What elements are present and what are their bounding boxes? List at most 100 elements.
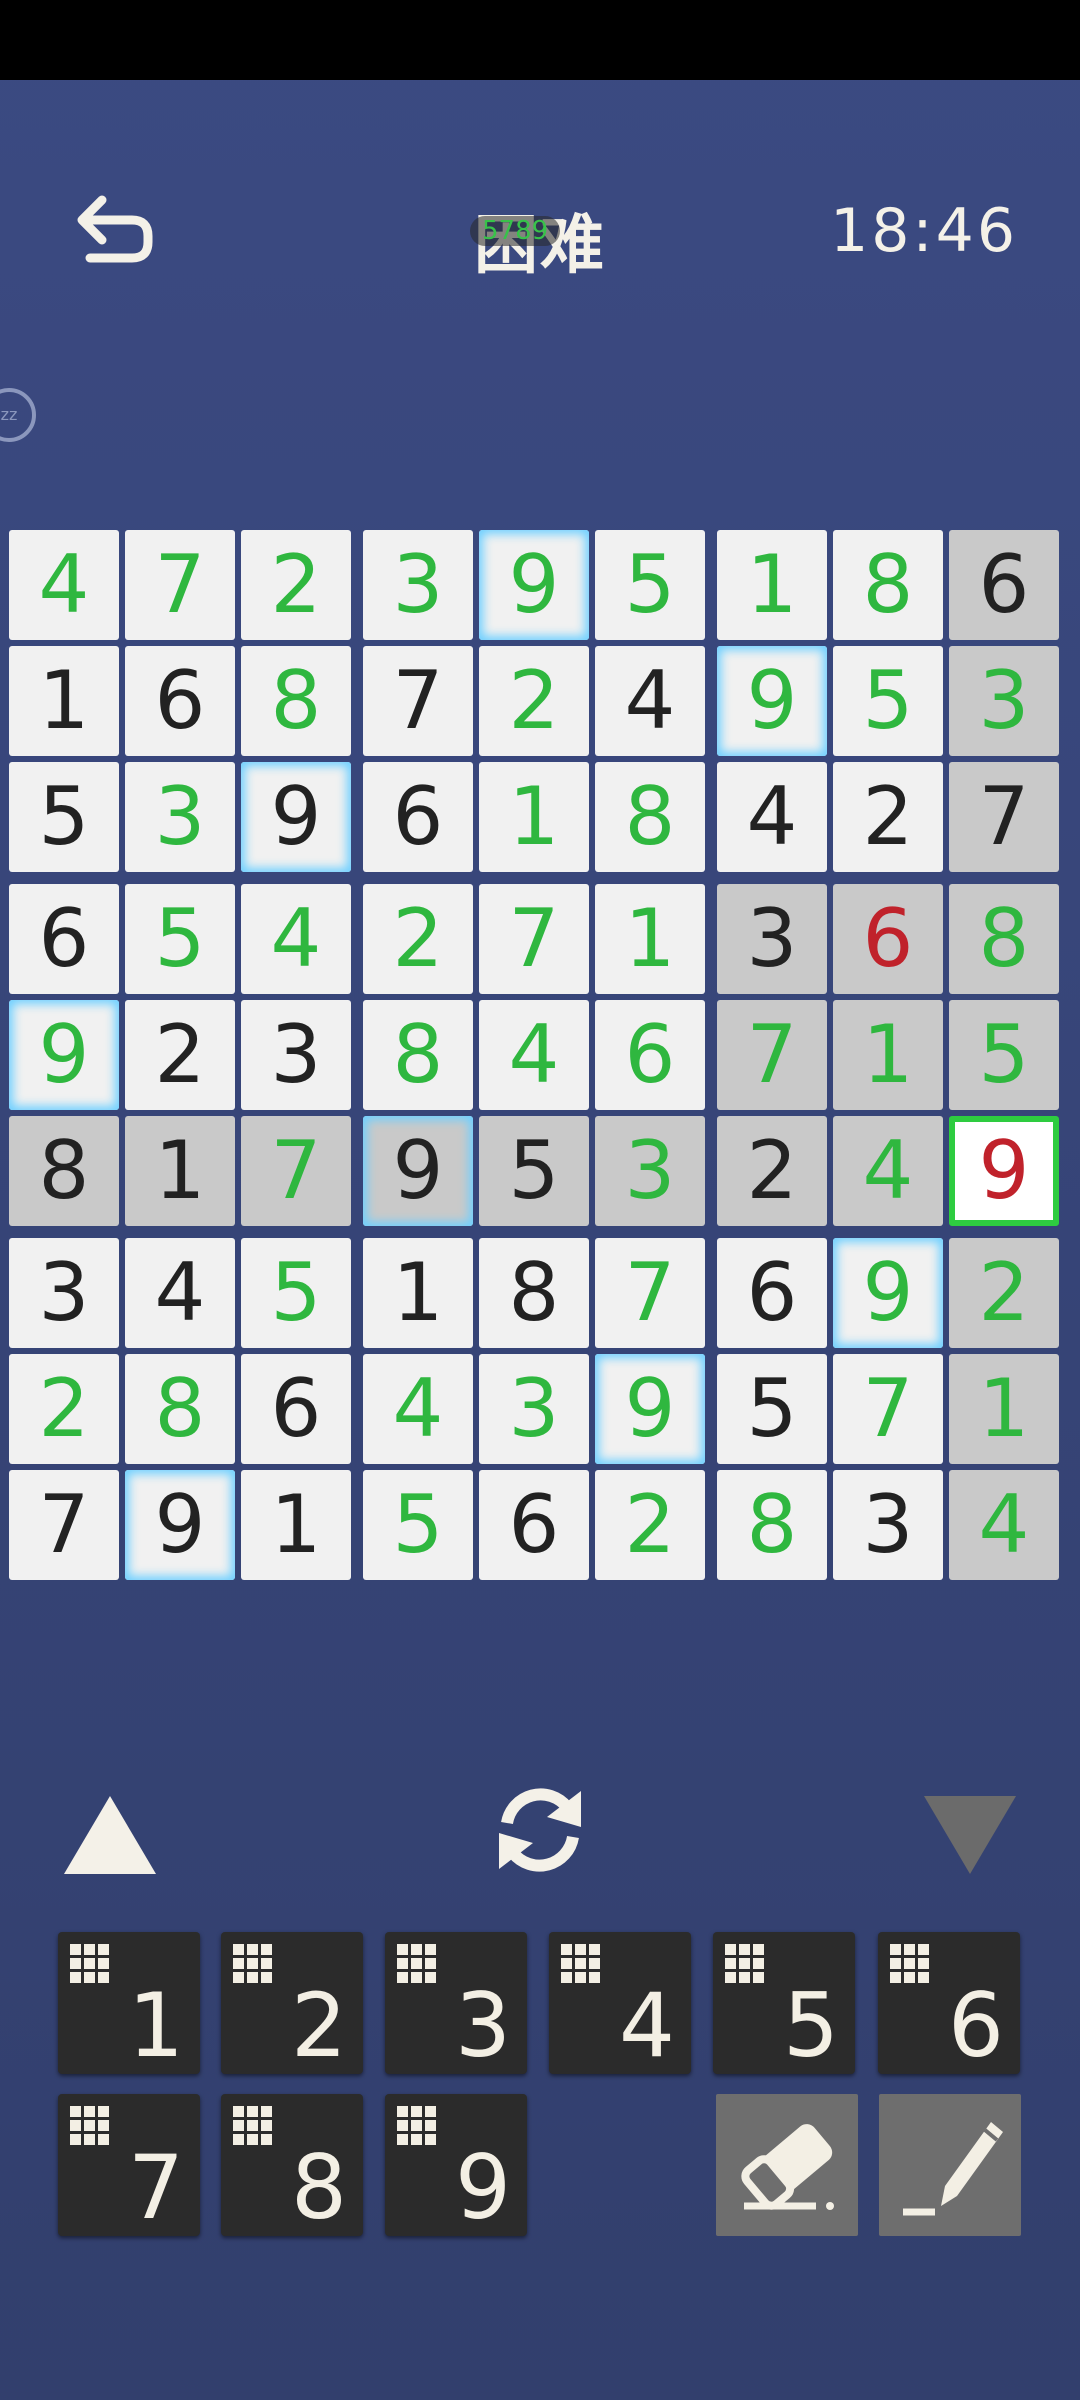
sudoku-cell-r1c9[interactable]: 6 (949, 530, 1059, 640)
sudoku-cell-r9c8[interactable]: 3 (833, 1470, 943, 1580)
sudoku-cell-r1c8[interactable]: 8 (833, 530, 943, 640)
sudoku-cell-r3c9[interactable]: 7 (949, 762, 1059, 872)
sudoku-cell-r6c8[interactable]: 4 (833, 1116, 943, 1226)
sudoku-cell-r5c9[interactable]: 5 (949, 1000, 1059, 1110)
sudoku-cell-r8c3[interactable]: 6 (241, 1354, 351, 1464)
sudoku-cell-r4c7[interactable]: 3 (717, 884, 827, 994)
sudoku-cell-r3c1[interactable]: 5 (9, 762, 119, 872)
sudoku-cell-r8c7[interactable]: 5 (717, 1354, 827, 1464)
sudoku-cell-r4c4[interactable]: 2 (363, 884, 473, 994)
sudoku-cell-r9c3[interactable]: 1 (241, 1470, 351, 1580)
sudoku-cell-r5c6[interactable]: 6 (595, 1000, 705, 1110)
sudoku-cell-r7c2[interactable]: 4 (125, 1238, 235, 1348)
sudoku-cell-r8c6[interactable]: 9 (595, 1354, 705, 1464)
sudoku-cell-r3c5[interactable]: 1 (479, 762, 589, 872)
sudoku-cell-r8c8[interactable]: 7 (833, 1354, 943, 1464)
sudoku-cell-r6c5[interactable]: 5 (479, 1116, 589, 1226)
sudoku-cell-r6c9[interactable]: 9 (949, 1116, 1059, 1226)
sudoku-cell-r3c8[interactable]: 2 (833, 762, 943, 872)
sudoku-cell-r3c3[interactable]: 9 (241, 762, 351, 872)
sudoku-cell-r3c7[interactable]: 4 (717, 762, 827, 872)
sudoku-cell-r9c9[interactable]: 4 (949, 1470, 1059, 1580)
sudoku-cell-r5c3[interactable]: 3 (241, 1000, 351, 1110)
eraser-button[interactable] (716, 2094, 858, 2236)
sudoku-cell-r1c5[interactable]: 9 (479, 530, 589, 640)
notes-grid-icon (397, 1944, 436, 1983)
sudoku-cell-r5c5[interactable]: 4 (479, 1000, 589, 1110)
sudoku-cell-r6c7[interactable]: 2 (717, 1116, 827, 1226)
cell-digit: 1 (746, 538, 798, 631)
sudoku-cell-r9c4[interactable]: 5 (363, 1470, 473, 1580)
sudoku-cell-r9c1[interactable]: 7 (9, 1470, 119, 1580)
sudoku-cell-r7c6[interactable]: 7 (595, 1238, 705, 1348)
pencil-button[interactable] (879, 2094, 1021, 2236)
sudoku-cell-r7c9[interactable]: 2 (949, 1238, 1059, 1348)
sudoku-cell-r3c2[interactable]: 3 (125, 762, 235, 872)
sudoku-cell-r1c6[interactable]: 5 (595, 530, 705, 640)
number-key-6[interactable]: 6 (878, 1932, 1020, 2074)
sudoku-cell-r4c9[interactable]: 8 (949, 884, 1059, 994)
sudoku-cell-r2c4[interactable]: 7 (363, 646, 473, 756)
sudoku-cell-r2c2[interactable]: 6 (125, 646, 235, 756)
sudoku-cell-r4c1[interactable]: 6 (9, 884, 119, 994)
sudoku-cell-r4c5[interactable]: 7 (479, 884, 589, 994)
sudoku-cell-r9c5[interactable]: 6 (479, 1470, 589, 1580)
sleep-badge[interactable]: zz (0, 388, 36, 442)
number-key-8[interactable]: 8 (221, 2094, 363, 2236)
next-button[interactable] (920, 1790, 1020, 1884)
sudoku-cell-r7c4[interactable]: 1 (363, 1238, 473, 1348)
sudoku-cell-r2c9[interactable]: 3 (949, 646, 1059, 756)
number-key-3[interactable]: 3 (385, 1932, 527, 2074)
sudoku-cell-r8c2[interactable]: 8 (125, 1354, 235, 1464)
sudoku-cell-r1c4[interactable]: 3 (363, 530, 473, 640)
sudoku-cell-r5c2[interactable]: 2 (125, 1000, 235, 1110)
sudoku-cell-r3c6[interactable]: 8 (595, 762, 705, 872)
sudoku-cell-r2c7[interactable]: 9 (717, 646, 827, 756)
sudoku-cell-r2c1[interactable]: 1 (9, 646, 119, 756)
sudoku-cell-r4c8[interactable]: 6 (833, 884, 943, 994)
sudoku-cell-r8c9[interactable]: 1 (949, 1354, 1059, 1464)
sudoku-cell-r7c8[interactable]: 9 (833, 1238, 943, 1348)
sudoku-cell-r6c1[interactable]: 8 (9, 1116, 119, 1226)
cell-digit: 5 (38, 770, 90, 863)
sudoku-cell-r7c5[interactable]: 8 (479, 1238, 589, 1348)
sudoku-cell-r1c7[interactable]: 1 (717, 530, 827, 640)
sudoku-cell-r1c3[interactable]: 2 (241, 530, 351, 640)
sudoku-cell-r5c1[interactable]: 9 (9, 1000, 119, 1110)
number-key-9[interactable]: 9 (385, 2094, 527, 2236)
sudoku-cell-r6c3[interactable]: 7 (241, 1116, 351, 1226)
cell-digit: 2 (862, 770, 914, 863)
sudoku-cell-r8c1[interactable]: 2 (9, 1354, 119, 1464)
sudoku-cell-r8c5[interactable]: 3 (479, 1354, 589, 1464)
sudoku-cell-r1c2[interactable]: 7 (125, 530, 235, 640)
sudoku-cell-r4c3[interactable]: 4 (241, 884, 351, 994)
sudoku-cell-r3c4[interactable]: 6 (363, 762, 473, 872)
sudoku-cell-r9c6[interactable]: 2 (595, 1470, 705, 1580)
sudoku-cell-r1c1[interactable]: 4 (9, 530, 119, 640)
sudoku-cell-r5c4[interactable]: 8 (363, 1000, 473, 1110)
sudoku-cell-r5c8[interactable]: 1 (833, 1000, 943, 1110)
sudoku-cell-r9c2[interactable]: 9 (125, 1470, 235, 1580)
number-key-1[interactable]: 1 (58, 1932, 200, 2074)
sudoku-cell-r5c7[interactable]: 7 (717, 1000, 827, 1110)
number-key-5[interactable]: 5 (713, 1932, 855, 2074)
sudoku-cell-r2c5[interactable]: 2 (479, 646, 589, 756)
sudoku-cell-r8c4[interactable]: 4 (363, 1354, 473, 1464)
sudoku-cell-r2c6[interactable]: 4 (595, 646, 705, 756)
sudoku-cell-r6c4[interactable]: 9 (363, 1116, 473, 1226)
sudoku-cell-r7c1[interactable]: 3 (9, 1238, 119, 1348)
sudoku-cell-r4c6[interactable]: 1 (595, 884, 705, 994)
number-key-2[interactable]: 2 (221, 1932, 363, 2074)
sudoku-cell-r6c6[interactable]: 3 (595, 1116, 705, 1226)
sudoku-cell-r2c8[interactable]: 5 (833, 646, 943, 756)
sudoku-cell-r6c2[interactable]: 1 (125, 1116, 235, 1226)
sudoku-cell-r2c3[interactable]: 8 (241, 646, 351, 756)
sudoku-cell-r9c7[interactable]: 8 (717, 1470, 827, 1580)
number-key-7[interactable]: 7 (58, 2094, 200, 2236)
number-key-4[interactable]: 4 (549, 1932, 691, 2074)
sudoku-cell-r7c7[interactable]: 6 (717, 1238, 827, 1348)
sudoku-cell-r4c2[interactable]: 5 (125, 884, 235, 994)
previous-button[interactable] (60, 1790, 160, 1884)
sudoku-cell-r7c3[interactable]: 5 (241, 1238, 351, 1348)
refresh-button[interactable] (485, 1775, 595, 1889)
